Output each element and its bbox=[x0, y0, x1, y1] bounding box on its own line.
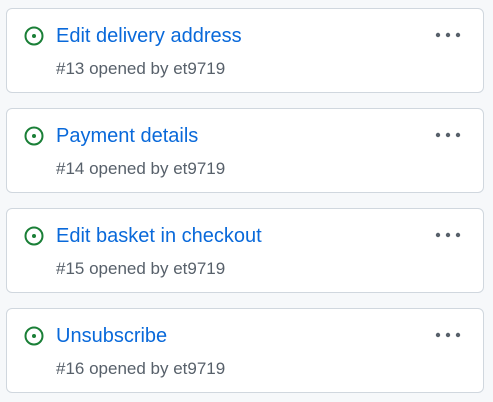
issue-card[interactable]: Edit basket in checkout #15 opened by et… bbox=[6, 208, 484, 293]
issue-title-link[interactable]: Edit delivery address bbox=[56, 23, 242, 49]
issue-opened-icon bbox=[24, 26, 44, 46]
card-menu-button[interactable] bbox=[433, 23, 463, 47]
kebab-horizontal-icon bbox=[435, 132, 461, 138]
issue-title-link[interactable]: Payment details bbox=[56, 123, 198, 149]
card-menu-button[interactable] bbox=[433, 123, 463, 147]
kebab-horizontal-icon bbox=[435, 332, 461, 338]
issue-meta: #13 opened by et9719 bbox=[56, 59, 226, 78]
issue-meta: #16 opened by et9719 bbox=[56, 359, 226, 378]
issue-meta: #15 opened by et9719 bbox=[56, 259, 226, 278]
issue-opened-icon bbox=[24, 126, 44, 146]
issue-card[interactable]: Unsubscribe #16 opened by et9719 bbox=[6, 308, 484, 393]
issue-opened-icon bbox=[24, 226, 44, 246]
issue-title-link[interactable]: Edit basket in checkout bbox=[56, 223, 262, 249]
issue-title-link[interactable]: Unsubscribe bbox=[56, 323, 167, 349]
issue-board-column: Edit delivery address #13 opened by et97… bbox=[0, 0, 493, 402]
issue-opened-icon bbox=[24, 326, 44, 346]
issue-card[interactable]: Edit delivery address #13 opened by et97… bbox=[6, 8, 484, 93]
issue-meta: #14 opened by et9719 bbox=[56, 159, 226, 178]
kebab-horizontal-icon bbox=[435, 32, 461, 38]
card-menu-button[interactable] bbox=[433, 323, 463, 347]
kebab-horizontal-icon bbox=[435, 232, 461, 238]
card-menu-button[interactable] bbox=[433, 223, 463, 247]
issue-card[interactable]: Payment details #14 opened by et9719 bbox=[6, 108, 484, 193]
